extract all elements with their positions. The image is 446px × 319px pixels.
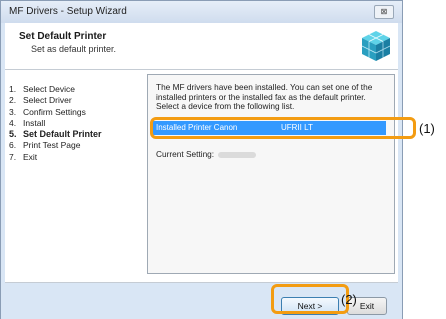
step-item-current: 5. Set Default Printer xyxy=(9,129,102,140)
current-setting-row: Current Setting: xyxy=(156,149,257,159)
step-item: 1. Select Device xyxy=(9,84,75,94)
current-setting-label: Current Setting: xyxy=(156,149,215,159)
callout-label-2: (2) xyxy=(341,292,357,307)
setup-wizard-window: MF Drivers - Setup Wizard ⊠ Set Default … xyxy=(0,0,403,319)
step-list: 1. Select Device 2. Select Driver 3. Confir… xyxy=(9,84,102,163)
callout-highlight-device xyxy=(150,117,416,139)
step-item: 3. Confirm Settings xyxy=(9,106,86,117)
wizard-header: Set Default Printer Set as default print… xyxy=(5,23,398,70)
current-setting-value xyxy=(218,151,257,158)
window-title: MF Drivers - Setup Wizard xyxy=(9,6,127,17)
step-item: 6. Print Test Page xyxy=(9,140,81,151)
instructions-text: The MF drivers have been installed. You … xyxy=(156,83,373,112)
close-button[interactable]: ⊠ xyxy=(374,5,394,19)
wizard-content: 1. Select Device 2. Select Driver 3. Confir… xyxy=(5,70,398,283)
page-title: Set Default Printer xyxy=(19,31,107,42)
title-bar: MF Drivers - Setup Wizard ⊠ xyxy=(1,1,402,23)
callout-highlight-next xyxy=(271,284,349,314)
callout-label-1: (1) xyxy=(419,121,435,136)
page-subtitle: Set as default printer. xyxy=(31,44,117,54)
step-item: 7. Exit xyxy=(9,151,38,162)
step-item: 4. Install xyxy=(9,117,46,128)
device-panel: The MF drivers have been installed. You … xyxy=(147,74,395,274)
step-item: 2. Select Driver xyxy=(9,95,72,106)
printer-cube-icon xyxy=(361,31,391,61)
